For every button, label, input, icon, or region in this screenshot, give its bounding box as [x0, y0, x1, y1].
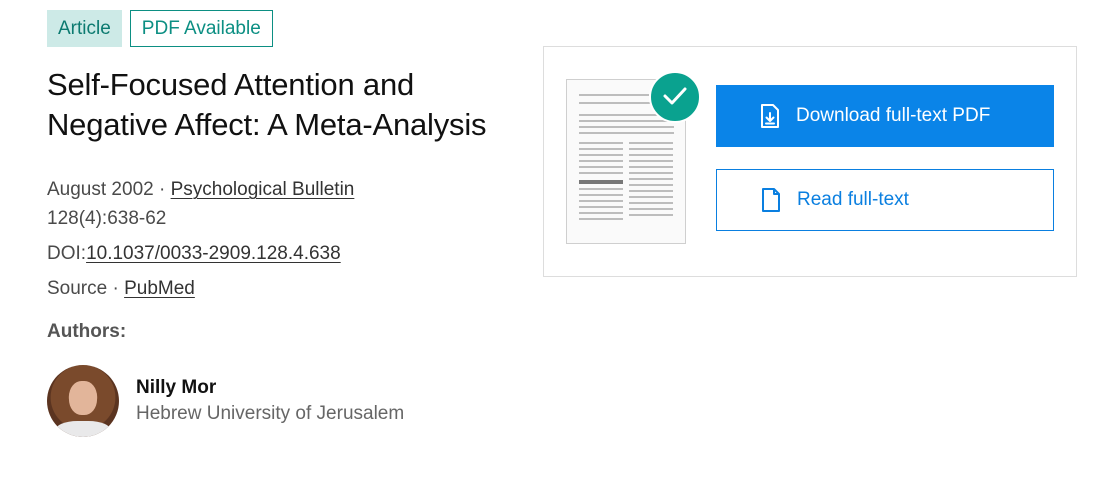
source-separator: · — [112, 278, 119, 299]
source-label: Source — [47, 278, 108, 299]
publication-date: August 2002 — [47, 179, 154, 200]
doi-label: DOI: — [47, 243, 87, 264]
article-header: Article PDF Available Self-Focused Atten… — [47, 10, 507, 437]
author-item[interactable]: Nilly Mor Hebrew University of Jerusalem — [47, 365, 507, 437]
avatar[interactable] — [47, 365, 119, 437]
publication-info: August 2002 · Psychological Bulletin 128… — [47, 175, 507, 233]
download-button-label: Download full-text PDF — [796, 105, 991, 126]
author-name[interactable]: Nilly Mor — [136, 375, 404, 401]
source-link[interactable]: PubMed — [124, 278, 195, 299]
source-row: Source · PubMed — [47, 274, 507, 303]
page-title: Self-Focused Attention and Negative Affe… — [47, 67, 487, 142]
volume-pages: 128(4):638-62 — [47, 208, 167, 229]
avatar-shirt — [55, 421, 111, 437]
journal-link[interactable]: Psychological Bulletin — [171, 179, 355, 200]
pdf-available-badge: PDF Available — [129, 10, 273, 47]
badge-row: Article PDF Available — [47, 10, 507, 47]
author-affiliation: Hebrew University of Jerusalem — [136, 403, 405, 424]
checkmark-icon — [649, 71, 701, 123]
authors-heading: Authors: — [47, 321, 127, 342]
download-full-text-pdf-button[interactable]: Download full-text PDF — [716, 85, 1054, 147]
read-full-text-button[interactable]: Read full-text — [716, 169, 1054, 231]
document-icon — [762, 188, 780, 212]
doi-row: DOI:10.1037/0033-2909.128.4.638 — [47, 239, 507, 268]
article-type-badge: Article — [47, 10, 122, 47]
meta-separator: · — [158, 179, 166, 200]
read-button-label: Read full-text — [797, 189, 909, 210]
doi-link[interactable]: 10.1037/0033-2909.128.4.638 — [86, 243, 341, 264]
author-info: Nilly Mor Hebrew University of Jerusalem — [136, 375, 404, 427]
fulltext-card: Download full-text PDF Read full-text — [543, 46, 1077, 277]
avatar-face — [69, 381, 97, 415]
download-file-icon — [761, 104, 779, 128]
